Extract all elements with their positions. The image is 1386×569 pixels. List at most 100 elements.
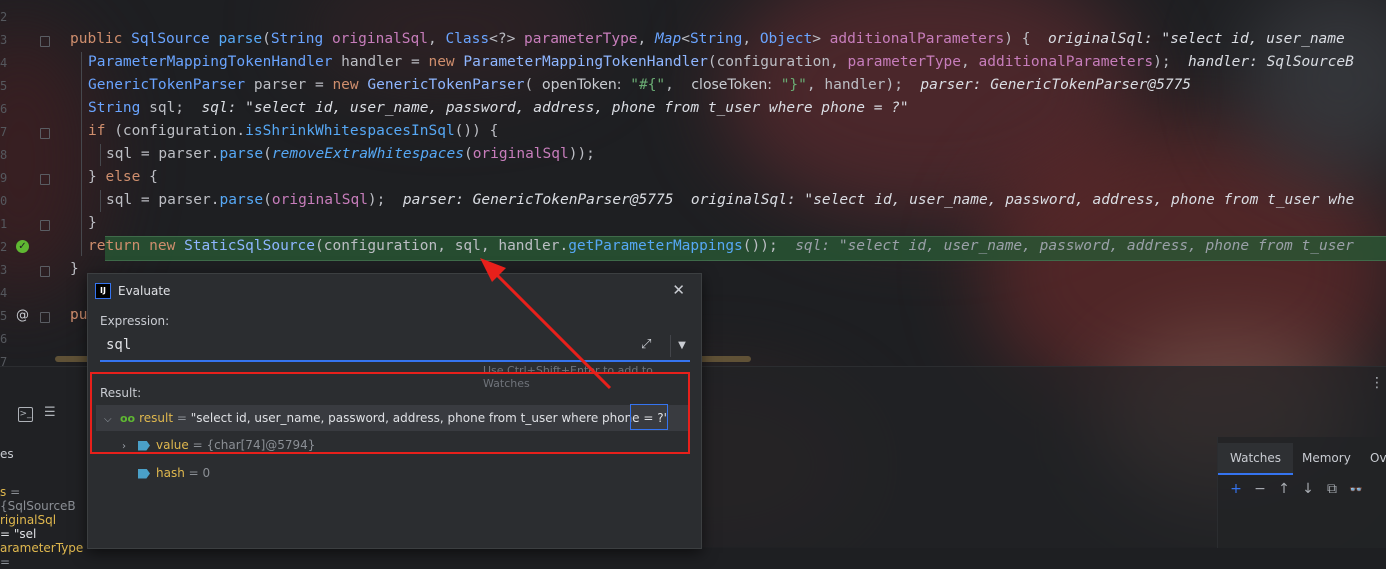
variable-name: arameterType [0, 541, 84, 555]
indent-guide [81, 52, 82, 256]
fold-toggle-icon[interactable] [40, 220, 50, 231]
watch-glasses-icon[interactable]: 👓 [1344, 483, 1368, 496]
param-name-hint: closeToken: [691, 77, 772, 93]
breakpoint-check-icon[interactable]: ✓ [16, 240, 29, 253]
method-name: removeExtraWhitespaces [271, 146, 464, 162]
history-dropdown-icon[interactable]: ▼ [670, 335, 693, 357]
type: SqlSource [131, 31, 210, 47]
code-text: ( [263, 192, 272, 208]
keyword: new [332, 77, 359, 93]
line-number: 8 [0, 148, 8, 162]
code-text: parser = [245, 77, 333, 93]
inline-value-annotation: originalSql: "select id, user_name [1047, 31, 1345, 47]
inline-value-annotation: parser: GenericTokenParser@5775 original… [402, 192, 1355, 208]
param: additionalParameters [829, 31, 1005, 47]
method-name: isShrinkWhitespacesInSql [245, 123, 455, 139]
fold-toggle-icon[interactable] [40, 266, 50, 277]
param-name-hint: openToken: [542, 77, 622, 93]
punct: , [742, 31, 760, 47]
punct: , [637, 31, 656, 47]
variable-row[interactable]: es [0, 447, 14, 461]
code-line: } [70, 261, 79, 277]
keyword: if [88, 123, 106, 139]
string-literal: "#{" [630, 77, 666, 93]
remove-watch-icon[interactable]: − [1248, 481, 1272, 497]
type: String [270, 31, 324, 47]
code-text: , [961, 54, 979, 70]
line-number: 6 [0, 102, 8, 116]
fold-toggle-icon[interactable] [40, 312, 50, 323]
field-name: hash [156, 466, 185, 480]
intellij-logo-icon: IJ [95, 283, 111, 299]
line-number: 5 [0, 79, 8, 93]
inline-value-annotation: handler: SqlSourceB [1188, 54, 1354, 70]
add-watch-icon[interactable]: + [1224, 481, 1248, 497]
field-value: 0 [202, 466, 211, 480]
class-name: StaticSqlSource [184, 238, 316, 254]
code-text: sql = parser. [106, 146, 220, 162]
line-number: 4 [0, 56, 8, 70]
line-number: 1 [0, 217, 8, 231]
move-down-icon[interactable]: ↓ [1296, 481, 1320, 497]
dialog-title: Evaluate [118, 284, 171, 298]
keyword: public [70, 31, 123, 47]
variable-row[interactable]: s = {SqlSourceB [0, 485, 76, 513]
code-line-current: return new StaticSqlSource(configuration… [88, 235, 1354, 258]
param: originalSql [331, 31, 428, 47]
move-up-icon[interactable]: ↑ [1272, 481, 1296, 497]
code-text: ( [463, 146, 473, 162]
keyword: new [149, 238, 176, 254]
tab-overhead[interactable]: Ov [1358, 443, 1386, 473]
watches-panel: Watches Memory Ov + − ↑ ↓ ⧉ 👓 [1217, 437, 1386, 548]
code-text: ()); [742, 238, 796, 254]
code-line: String sql; sql: "select id, user_name, … [88, 97, 909, 120]
type: GenericTokenParser [88, 77, 246, 93]
tree-row-hash[interactable]: hash = 0 [138, 460, 210, 486]
inline-value-annotation: parser: GenericTokenParser@5775 [920, 77, 1192, 93]
indent-guide [100, 144, 101, 166]
param: originalSql [271, 192, 368, 208]
field-tag-icon [138, 468, 150, 479]
annotation-at-icon[interactable]: @ [16, 308, 29, 323]
duplicate-icon[interactable]: ⧉ [1320, 481, 1344, 497]
tab-memory[interactable]: Memory [1290, 443, 1363, 473]
more-options-icon[interactable]: ⋮ [1370, 375, 1384, 391]
code-line: GenericTokenParser parser = new GenericT… [88, 74, 1191, 97]
param: parameterType [524, 31, 638, 47]
code-line: } else { [88, 166, 158, 189]
code-text: (configuration. [105, 123, 246, 139]
code-text: sql; [140, 100, 202, 116]
expression-input[interactable] [106, 337, 606, 353]
method-name: parse [219, 192, 264, 208]
line-number: 7 [0, 125, 8, 139]
string-literal: "}" [780, 77, 807, 93]
code-text: { [140, 169, 158, 185]
punct: ) { [1004, 31, 1048, 47]
expression-field[interactable]: ⤢ ▼ [100, 333, 690, 362]
code-text: ()) { [454, 123, 499, 139]
fold-toggle-icon[interactable] [40, 128, 50, 139]
keyword: pu [70, 307, 88, 323]
close-icon[interactable]: ✕ [672, 281, 685, 299]
code-text: } [88, 169, 106, 185]
variable-row[interactable]: riginalSql = "sel [0, 513, 56, 541]
line-number: 9 [0, 171, 8, 185]
red-highlight-box [90, 372, 690, 454]
fold-toggle-icon[interactable] [40, 36, 50, 47]
punct: ( [262, 31, 271, 47]
console-icon[interactable]: >_ [18, 407, 33, 422]
expand-icon[interactable]: ⤢ [641, 337, 651, 352]
code-line: ParameterMappingTokenHandler handler = n… [88, 51, 1354, 74]
punct: > [812, 31, 821, 47]
list-icon[interactable]: ☰ [44, 405, 56, 420]
code-text: , handler); [806, 77, 921, 93]
fold-toggle-icon[interactable] [40, 174, 50, 185]
code-text: (configuration, sql, handler. [315, 238, 569, 254]
tab-watches[interactable]: Watches [1218, 443, 1293, 475]
indent-guide [100, 190, 101, 212]
code-text: (configuration, [707, 54, 848, 70]
code-text: , [665, 77, 692, 93]
line-number: 2 [0, 10, 8, 24]
variable-row[interactable]: arameterType = [0, 541, 83, 569]
line-number: 3 [0, 263, 8, 277]
